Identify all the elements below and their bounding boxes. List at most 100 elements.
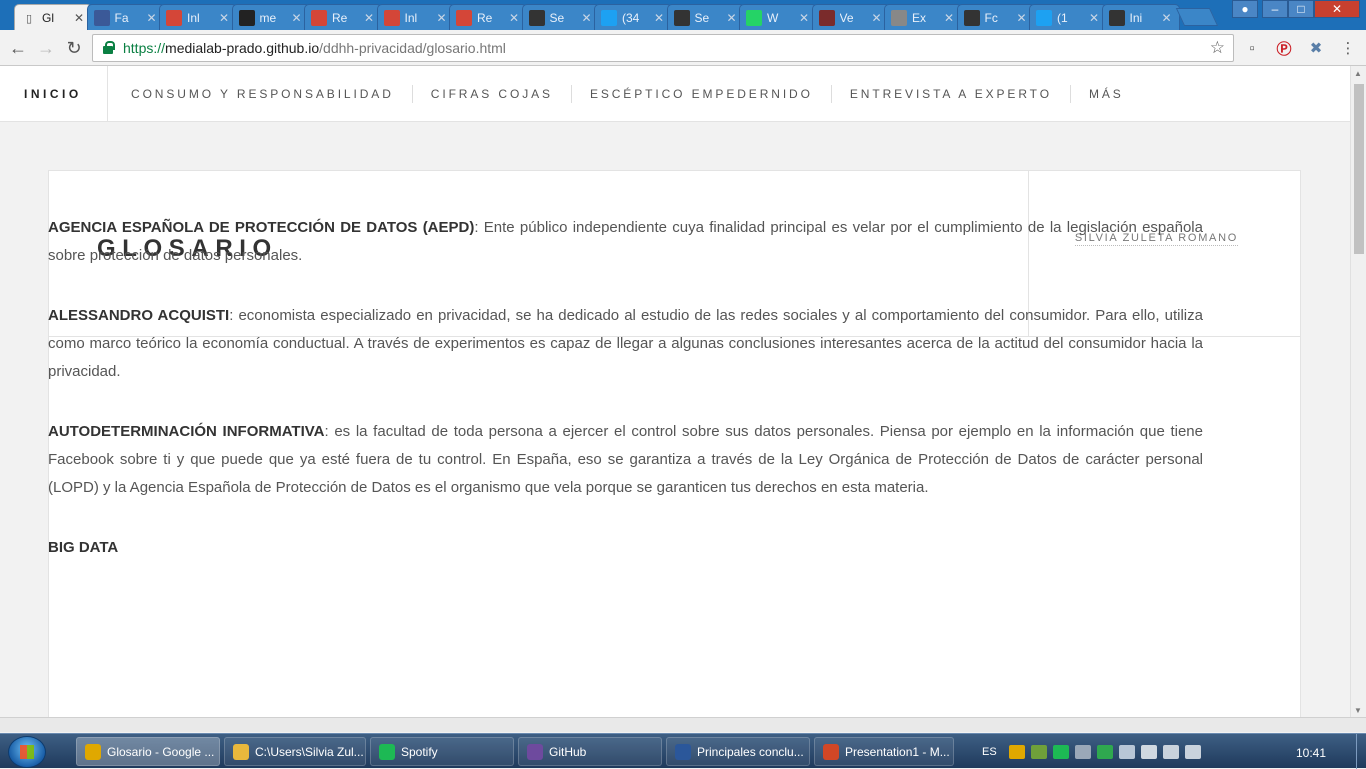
close-tab-icon[interactable]: ✕ [798, 11, 810, 25]
chrome-icon [85, 743, 101, 760]
chrome-tray-icon[interactable] [1008, 744, 1025, 759]
whatsapp-icon [746, 9, 762, 26]
browser-tab[interactable]: Re ✕ [449, 4, 527, 30]
nav-home-link[interactable]: INICIO [0, 66, 108, 122]
nav-item[interactable]: CONSUMO Y RESPONSABILIDAD [131, 87, 394, 101]
nav-item[interactable]: ENTREVISTA A EXPERTO [850, 87, 1052, 101]
tab-title: Gl [42, 11, 54, 25]
start-button[interactable] [8, 736, 46, 768]
flag-icon[interactable] [1140, 744, 1157, 759]
spotify-tray-icon[interactable] [1052, 744, 1069, 759]
close-tab-icon[interactable]: ✕ [1016, 11, 1028, 25]
tab-title: Re [477, 10, 493, 25]
nav-item[interactable]: CIFRAS COJAS [431, 87, 553, 101]
mp-icon [528, 9, 545, 26]
glossary-entry: AGENCIA ESPAÑOLA DE PROTECCIÓN DE DATOS … [48, 214, 1203, 270]
site-navigation: INICIO CONSUMO Y RESPONSABILIDAD CIFRAS C… [0, 66, 1350, 122]
address-bar[interactable]: https://medialab-prado.github.io/ddhh-pr… [92, 34, 1234, 62]
browser-tab[interactable]: Re ✕ [304, 4, 382, 30]
show-desktop-button[interactable] [1356, 734, 1366, 769]
vertical-scrollbar[interactable]: ▲ ▼ [1350, 66, 1366, 717]
cast-icon[interactable]: ▫ [1242, 39, 1262, 57]
close-tab-icon[interactable]: ✕ [871, 11, 883, 25]
extension-icon[interactable]: ✖ [1306, 39, 1326, 57]
browser-tab[interactable]: Fc ✕ [956, 4, 1035, 30]
close-tab-icon[interactable]: ✕ [726, 11, 738, 25]
user-icon[interactable]: ● [1232, 0, 1258, 18]
taskbar-task[interactable]: Principales conclu... [666, 737, 810, 766]
facebook-icon [93, 9, 110, 26]
network-tray-icon[interactable] [1030, 744, 1047, 759]
volume-tray-icon[interactable] [1074, 744, 1091, 759]
browser-tab[interactable]: Fa ✕ [86, 4, 165, 30]
close-tab-icon[interactable]: ✕ [73, 11, 85, 25]
browser-tab[interactable]: Ve ✕ [811, 4, 890, 30]
glossary-term: AGENCIA ESPAÑOLA DE PROTECCIÓN DE DATOS … [48, 219, 475, 236]
pinterest-icon[interactable]: Ⓟ [1274, 39, 1294, 58]
tab-title: Ini [1129, 10, 1143, 25]
browser-tab[interactable]: Inl ✕ [159, 4, 237, 30]
sync-tray-icon[interactable] [1096, 744, 1113, 759]
taskbar-task[interactable]: Glosario - Google ... [76, 737, 220, 766]
back-arrow-icon[interactable]: ← [6, 36, 30, 60]
taskbar-task[interactable]: Spotify [370, 737, 514, 766]
close-tab-icon[interactable]: ✕ [1161, 11, 1173, 25]
nav-separator [830, 85, 832, 103]
browser-tab[interactable]: W ✕ [739, 4, 817, 30]
browser-tab[interactable]: Se ✕ [521, 4, 600, 30]
browser-tab[interactable]: Ini ✕ [1101, 4, 1180, 30]
bookmark-star-icon[interactable]: ☆ [1210, 38, 1225, 58]
elpais-icon [1108, 9, 1125, 26]
close-tab-icon[interactable]: ✕ [943, 11, 955, 25]
action-center-icon[interactable] [1118, 744, 1135, 759]
twitter-icon [1036, 9, 1052, 26]
close-tab-icon[interactable]: ✕ [508, 11, 520, 25]
clock[interactable]: 10:41 [1296, 746, 1326, 760]
windows-taskbar: Glosario - Google ... C:\Users\Silvia Zul… [0, 733, 1366, 769]
new-tab-button[interactable] [1175, 8, 1219, 26]
nav-item[interactable]: MÁS [1089, 87, 1124, 101]
close-tab-icon[interactable]: ✕ [218, 11, 230, 25]
secure-lock-icon [101, 41, 115, 55]
scroll-down-arrow-icon[interactable]: ▼ [1354, 706, 1362, 715]
close-tab-icon[interactable]: ✕ [363, 11, 375, 25]
taskbar-task[interactable]: Presentation1 - M... [814, 737, 954, 766]
menu-icon[interactable]: ⋮ [1338, 39, 1358, 57]
minimize-button[interactable]: – [1262, 0, 1288, 18]
browser-tab[interactable]: (34 ✕ [594, 4, 672, 30]
forward-arrow-icon[interactable]: → [34, 36, 58, 60]
download-shelf [0, 717, 1366, 732]
gmail-icon [383, 9, 400, 26]
glossary-content: AGENCIA ESPAÑOLA DE PROTECCIÓN DE DATOS … [48, 214, 1203, 594]
browser-tab[interactable]: (1 ✕ [1029, 4, 1107, 30]
browser-tab[interactable]: Se ✕ [666, 4, 745, 30]
nav-separator [411, 85, 413, 103]
close-tab-icon[interactable]: ✕ [653, 11, 665, 25]
tab-title: Ve [839, 10, 854, 25]
speaker-icon[interactable] [1184, 744, 1201, 759]
wifi-icon[interactable] [1162, 744, 1179, 759]
close-tab-icon[interactable]: ✕ [1088, 11, 1100, 25]
url-scheme: https:// [123, 40, 166, 56]
close-tab-icon[interactable]: ✕ [291, 11, 303, 25]
scroll-up-arrow-icon[interactable]: ▲ [1354, 69, 1362, 78]
nav-item[interactable]: ESCÉPTICO EMPEDERNIDO [590, 87, 813, 101]
language-indicator[interactable]: ES [982, 746, 997, 758]
reload-icon[interactable]: ↻ [62, 36, 86, 60]
browser-tab[interactable]: Ex ✕ [884, 4, 962, 30]
taskbar-task[interactable]: C:\Users\Silvia Zul... [224, 737, 366, 766]
github-icon [238, 9, 255, 26]
close-tab-icon[interactable]: ✕ [146, 11, 158, 25]
taskbar-task[interactable]: GitHub [518, 737, 662, 766]
word-icon [675, 743, 691, 760]
close-tab-icon[interactable]: ✕ [436, 11, 448, 25]
close-tab-icon[interactable]: ✕ [581, 11, 593, 25]
browser-tab[interactable]: Inl ✕ [376, 4, 455, 30]
scroll-thumb[interactable] [1354, 84, 1364, 254]
tab-title: W [767, 10, 779, 25]
browser-tab[interactable]: me ✕ [231, 4, 310, 30]
browser-tab[interactable]: ▯ Gl ✕ [14, 4, 92, 31]
openai-icon [963, 9, 980, 26]
close-window-button[interactable]: ✕ [1314, 0, 1360, 18]
maximize-button[interactable]: □ [1288, 0, 1314, 18]
